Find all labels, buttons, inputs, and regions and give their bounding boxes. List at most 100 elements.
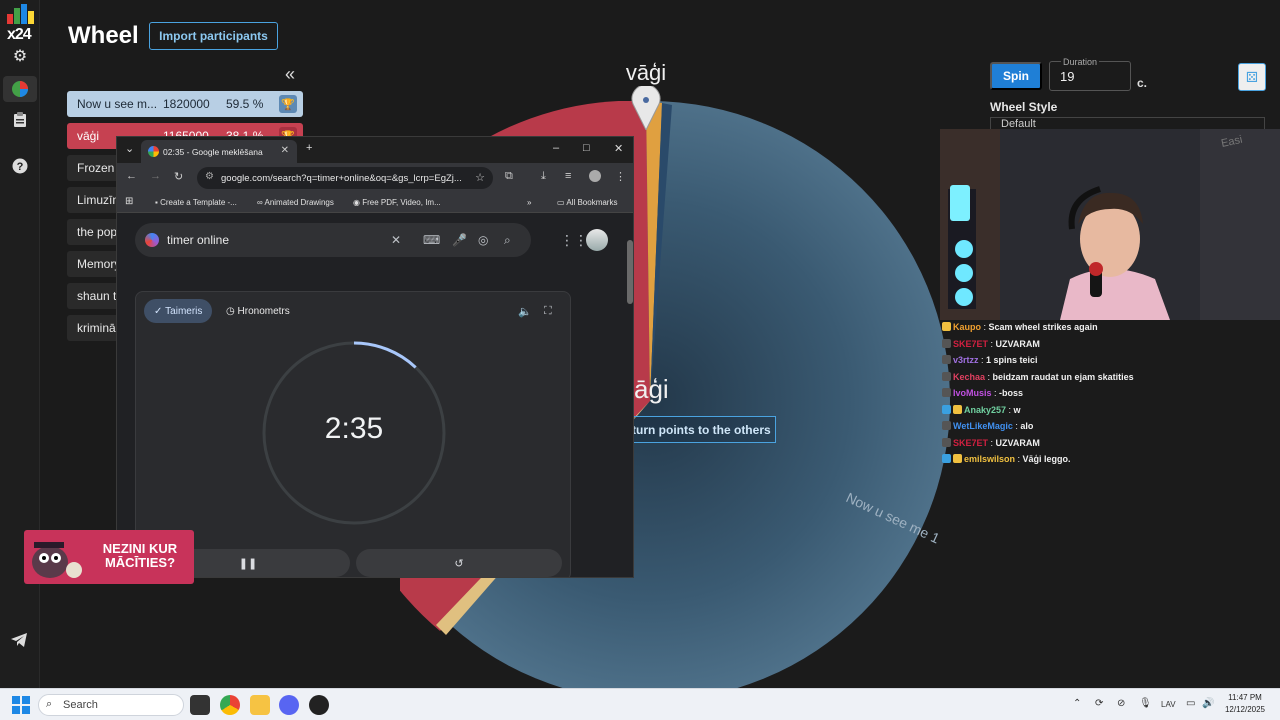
chat-message: emilswilson : Vāģi leggo.: [942, 451, 1280, 468]
participant-row[interactable]: Now u see m... 1820000 59.5 % 🏆: [67, 91, 303, 117]
bookmarks-bar: ⊞ ▪ Create a Template -... ∞ Animated Dr…: [117, 193, 633, 213]
chat-message: SKE7ET : UZVARAM: [942, 336, 1280, 353]
ad-text: NEZINI KUR MĀCĪTIES?: [102, 541, 178, 570]
scrollbar[interactable]: [627, 220, 633, 577]
address-bar[interactable]: ⚙ google.com/search?q=timer+online&oq=&g…: [197, 167, 493, 189]
clock[interactable]: 11:47 PM 12/12/2025: [1220, 692, 1270, 716]
timer-display: 2:35: [324, 412, 384, 445]
dice-icon[interactable]: ⚄: [1238, 63, 1266, 91]
browser-window: ⌄ 02:35 - Google meklēšana ✕ + – □ ✕ ← →…: [116, 136, 634, 578]
mascot-icon: [32, 542, 82, 578]
left-rail: x24 ⚙ ?: [0, 0, 40, 688]
profile-avatar[interactable]: [589, 170, 601, 182]
windows-start-icon[interactable]: [12, 696, 30, 714]
media-icon[interactable]: ≡: [565, 170, 571, 182]
participant-value: 1820000: [163, 97, 210, 111]
search-input[interactable]: timer online ✕ ⌨ 🎤 ◎ ⌕: [135, 223, 531, 257]
chat-message: IvoMusis : -boss: [942, 385, 1280, 402]
telegram-icon[interactable]: [10, 632, 28, 653]
app-logo[interactable]: x24: [5, 4, 35, 43]
tray-volume-icon[interactable]: 🔊: [1202, 698, 1214, 709]
menu-icon[interactable]: ⋮: [615, 170, 626, 183]
file-explorer-icon[interactable]: [250, 695, 270, 715]
return-points-button[interactable]: eturn points to the others: [620, 416, 776, 443]
chat-message: v3rtzz : 1 spins teici: [942, 352, 1280, 369]
bookmark-star-icon[interactable]: ☆: [475, 171, 485, 184]
reload-icon[interactable]: ↻: [174, 170, 183, 183]
trophy-icon[interactable]: 🏆: [279, 95, 297, 113]
taskbar-search[interactable]: ⌕ Search: [38, 694, 184, 716]
site-info-icon[interactable]: ⚙: [205, 171, 214, 182]
browser-tab[interactable]: 02:35 - Google meklēšana ✕: [141, 140, 297, 163]
participant-percent: 59.5 %: [226, 97, 264, 111]
chat-message: Kaupo : Scam wheel strikes again: [942, 319, 1280, 336]
page-content: timer online ✕ ⌨ 🎤 ◎ ⌕ ⋮⋮ ✓ Taimeris ◷ H…: [117, 214, 633, 577]
center-winner-label: āģi: [634, 374, 669, 404]
bookmark-item[interactable]: ∞ Animated Drawings: [257, 198, 334, 207]
extensions-icon[interactable]: ⧉: [505, 170, 513, 183]
duration-value[interactable]: 19: [1060, 69, 1074, 84]
webcam-overlay: Easi: [940, 129, 1280, 320]
help-icon[interactable]: ?: [10, 156, 30, 176]
taskbar: ⌕ Search ⌃ ⟳ ⊘ 🎙 LAV ▭ 🔊 11:47 PM 12/12/…: [0, 688, 1280, 720]
sound-icon[interactable]: 🔈: [518, 305, 532, 318]
minimize-icon[interactable]: –: [553, 142, 559, 154]
back-icon[interactable]: ←: [126, 170, 137, 182]
ad-banner[interactable]: NEZINI KUR MĀCĪTIES?: [24, 530, 194, 584]
google-icon: [148, 146, 159, 157]
tab-list-icon[interactable]: ⌄: [125, 142, 134, 155]
google-avatar[interactable]: [586, 229, 608, 251]
tab-title: 02:35 - Google meklēšana: [163, 146, 263, 157]
duration-unit: c.: [1137, 76, 1148, 90]
tray-network-icon[interactable]: ⊘: [1117, 698, 1125, 709]
new-tab-icon[interactable]: +: [306, 142, 312, 154]
tab-bar: ⌄ 02:35 - Google meklēšana ✕ + – □ ✕: [117, 137, 633, 163]
svg-text:?: ?: [17, 161, 24, 173]
duration-label: Duration: [1061, 57, 1100, 67]
pie-chart-icon[interactable]: [10, 79, 30, 99]
search-icon[interactable]: ⌕: [504, 233, 511, 248]
streamer-image: Easi: [940, 129, 1280, 320]
tray-expand-icon[interactable]: ⌃: [1073, 698, 1081, 709]
gear-icon[interactable]: ⚙: [10, 46, 30, 66]
tab-stopwatch[interactable]: ◷ Hronometrs: [216, 299, 300, 323]
language-indicator[interactable]: LAV: [1161, 700, 1176, 709]
all-bookmarks[interactable]: ▭ All Bookmarks: [557, 198, 617, 207]
bookmark-item[interactable]: ▪ Create a Template -...: [155, 198, 237, 207]
collapse-panel-icon[interactable]: «: [285, 64, 295, 85]
import-participants-button[interactable]: Import participants: [149, 22, 278, 50]
close-tab-icon[interactable]: ✕: [281, 145, 289, 156]
wheel-pointer-icon: [631, 86, 661, 130]
participant-name: Now u see m...: [77, 97, 158, 111]
tab-timer[interactable]: ✓ Taimeris: [144, 299, 213, 323]
clipboard-icon[interactable]: [10, 110, 30, 130]
spin-button[interactable]: Spin: [990, 62, 1042, 90]
reset-button[interactable]: ↺: [356, 549, 562, 577]
fullscreen-icon[interactable]: ⛶: [544, 305, 552, 318]
apps-grid-icon[interactable]: ⊞: [125, 196, 133, 207]
download-icon[interactable]: ⤓: [541, 170, 546, 183]
url-text: google.com/search?q=timer+online&oq=&gs_…: [221, 172, 462, 184]
bookmark-item[interactable]: ◉ Free PDF, Video, Im...: [353, 198, 441, 207]
chat-message: Kechaa : beidzam raudat un ejam skatitie…: [942, 369, 1280, 386]
tray-mic-icon[interactable]: 🎙: [1139, 698, 1152, 709]
maximize-icon[interactable]: □: [583, 142, 590, 154]
forward-icon[interactable]: →: [150, 170, 161, 182]
app-icon[interactable]: [309, 695, 329, 715]
keyboard-icon[interactable]: ⌨: [423, 233, 440, 247]
apps-icon[interactable]: ⋮⋮: [560, 232, 588, 249]
tray-display-icon[interactable]: ▭: [1186, 698, 1195, 709]
search-icon: ⌕: [46, 698, 53, 710]
lens-icon[interactable]: ◎: [478, 233, 488, 247]
tray-sync-icon[interactable]: ⟳: [1095, 698, 1103, 709]
close-window-icon[interactable]: ✕: [614, 142, 623, 155]
discord-icon[interactable]: [279, 695, 299, 715]
chat-message: SKE7ET : UZVARAM: [942, 435, 1280, 452]
clear-icon[interactable]: ✕: [391, 233, 401, 247]
task-view-icon[interactable]: [190, 695, 210, 715]
mic-icon[interactable]: 🎤: [452, 233, 467, 247]
wheel-style-label: Wheel Style: [990, 100, 1058, 114]
browser-toolbar: ← → ↻ ⚙ google.com/search?q=timer+online…: [117, 163, 633, 193]
more-bookmarks-icon[interactable]: »: [527, 198, 531, 207]
chrome-icon[interactable]: [220, 695, 240, 715]
